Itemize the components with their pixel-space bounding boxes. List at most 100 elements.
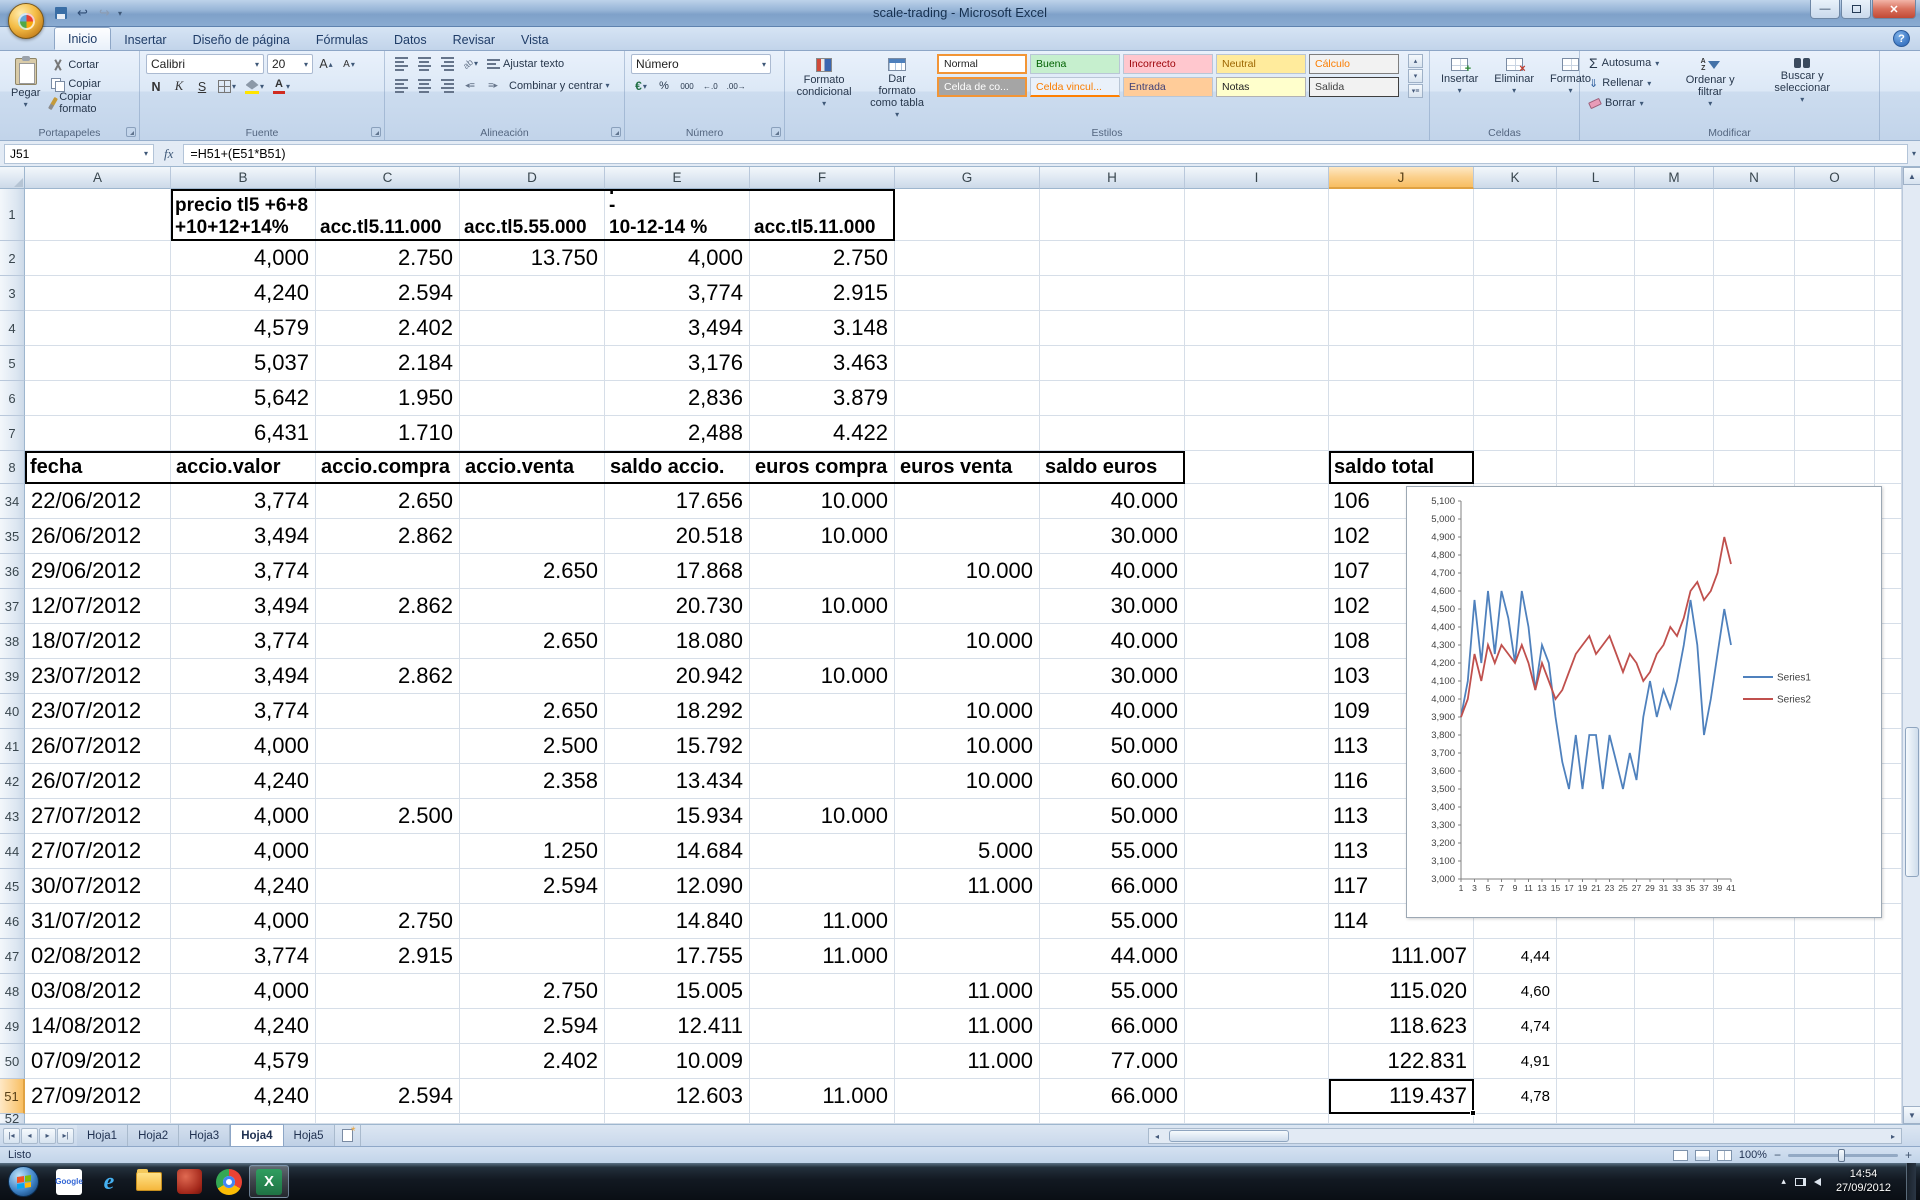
select-all-corner[interactable] — [0, 167, 25, 189]
cell-C47[interactable]: 2.915 — [316, 939, 460, 974]
grid-cell[interactable] — [895, 346, 1040, 381]
cut-button[interactable]: Cortar — [48, 56, 133, 74]
grid-cell[interactable] — [25, 311, 171, 346]
embedded-chart[interactable]: 5,1005,0004,9004,8004,7004,6004,5004,400… — [1406, 486, 1882, 918]
cell-B41[interactable]: 4,000 — [171, 729, 316, 764]
cell-B39[interactable]: 3,494 — [171, 659, 316, 694]
fill-handle[interactable] — [1470, 1110, 1476, 1116]
grid-cell[interactable] — [1557, 1114, 1635, 1124]
start-button[interactable] — [8, 1166, 39, 1197]
cell-F35[interactable]: 10.000 — [750, 519, 895, 554]
sheet-tab-hoja5[interactable]: Hoja5 — [284, 1125, 335, 1146]
cell-A49[interactable]: 14/08/2012 — [25, 1009, 171, 1044]
cell-C6[interactable]: 1.950 — [316, 381, 460, 416]
cell-G40[interactable]: 10.000 — [895, 694, 1040, 729]
cell-E8[interactable]: saldo accio. — [605, 451, 750, 484]
cell-C39[interactable]: 2.862 — [316, 659, 460, 694]
cell-H38[interactable]: 40.000 — [1040, 624, 1185, 659]
cell-E1[interactable]: precio tl5 -6-8-- 10-12-14 % — [605, 189, 750, 241]
file-explorer-button[interactable] — [129, 1165, 169, 1198]
percent-style-button[interactable]: % — [654, 77, 674, 95]
cell-G50[interactable]: 11.000 — [895, 1044, 1040, 1079]
grid-cell[interactable] — [460, 311, 605, 346]
cell-A8[interactable]: fecha — [25, 451, 171, 484]
cell-D49[interactable]: 2.594 — [460, 1009, 605, 1044]
cell-E43[interactable]: 15.934 — [605, 799, 750, 834]
cell-H35[interactable]: 30.000 — [1040, 519, 1185, 554]
grid-cell[interactable] — [1635, 1044, 1714, 1079]
cell-H48[interactable]: 55.000 — [1040, 974, 1185, 1009]
grid-cell[interactable] — [750, 1114, 895, 1124]
cell-D41[interactable]: 2.500 — [460, 729, 605, 764]
cell-F34[interactable]: 10.000 — [750, 484, 895, 519]
cell-B7[interactable]: 6,431 — [171, 416, 316, 451]
cell-A43[interactable]: 27/07/2012 — [25, 799, 171, 834]
grid-cell[interactable] — [1474, 451, 1557, 484]
style-chip-c-lculo[interactable]: Cálculo — [1309, 54, 1399, 74]
grid-cell[interactable] — [1714, 241, 1795, 276]
grid-cell[interactable] — [1040, 381, 1185, 416]
cell-E47[interactable]: 17.755 — [605, 939, 750, 974]
row-header-46[interactable]: 46 — [0, 904, 25, 939]
normal-view-button[interactable] — [1673, 1150, 1688, 1161]
cell-E41[interactable]: 15.792 — [605, 729, 750, 764]
cell-A46[interactable]: 31/07/2012 — [25, 904, 171, 939]
cell-A45[interactable]: 30/07/2012 — [25, 869, 171, 904]
grid-cell[interactable] — [1635, 1079, 1714, 1114]
gallery-up-button[interactable]: ▴ — [1408, 54, 1423, 68]
grid-cell[interactable] — [25, 416, 171, 451]
number-dialog-launcher[interactable] — [771, 127, 781, 137]
row-header-5[interactable]: 5 — [0, 346, 25, 381]
grid-cell[interactable] — [316, 974, 460, 1009]
grid-cell[interactable] — [895, 1114, 1040, 1124]
cell-A48[interactable]: 03/08/2012 — [25, 974, 171, 1009]
grid-cell[interactable] — [750, 729, 895, 764]
cell-B36[interactable]: 3,774 — [171, 554, 316, 589]
grid-cell[interactable] — [895, 659, 1040, 694]
cell-B38[interactable]: 3,774 — [171, 624, 316, 659]
hidden-icons-button[interactable]: ▴ — [1781, 1176, 1786, 1187]
align-top-button[interactable] — [391, 54, 411, 73]
column-header-I[interactable]: I — [1185, 167, 1329, 189]
italic-button[interactable]: K — [169, 77, 189, 96]
cell-H41[interactable]: 50.000 — [1040, 729, 1185, 764]
scroll-up-button[interactable]: ▲ — [1903, 167, 1920, 185]
grid-cell[interactable] — [316, 1009, 460, 1044]
cell-H8[interactable]: saldo euros — [1040, 451, 1185, 484]
grid-cell[interactable] — [460, 381, 605, 416]
ribbon-tab-datos[interactable]: Datos — [381, 29, 440, 50]
grid-cell[interactable] — [1875, 451, 1902, 484]
column-header-O[interactable]: O — [1795, 167, 1875, 189]
grid-cell[interactable] — [1185, 554, 1329, 589]
orientation-button[interactable]: ab▾ — [460, 54, 481, 73]
row-header-7[interactable]: 7 — [0, 416, 25, 451]
style-chip-salida[interactable]: Salida — [1309, 77, 1399, 97]
style-chip-neutral[interactable]: Neutral — [1216, 54, 1306, 74]
cell-C7[interactable]: 1.710 — [316, 416, 460, 451]
grid-cell[interactable] — [1795, 416, 1875, 451]
grid-cell[interactable] — [1557, 381, 1635, 416]
cell-D8[interactable]: accio.venta — [460, 451, 605, 484]
cell-H45[interactable]: 66.000 — [1040, 869, 1185, 904]
cell-D36[interactable]: 2.650 — [460, 554, 605, 589]
grid-cell[interactable] — [1185, 241, 1329, 276]
cell-E42[interactable]: 13.434 — [605, 764, 750, 799]
grid-cell[interactable] — [25, 346, 171, 381]
clear-button[interactable]: Borrar▾ — [1586, 94, 1662, 112]
row-header-34[interactable]: 34 — [0, 484, 25, 519]
style-chip-incorrecto[interactable]: Incorrecto — [1123, 54, 1213, 74]
cell-E50[interactable]: 10.009 — [605, 1044, 750, 1079]
grid-cell[interactable] — [1557, 451, 1635, 484]
cell-H49[interactable]: 66.000 — [1040, 1009, 1185, 1044]
insert-worksheet-tab[interactable] — [335, 1125, 361, 1146]
grid-cell[interactable] — [1795, 939, 1875, 974]
grid-cell[interactable] — [895, 241, 1040, 276]
cell-A44[interactable]: 27/07/2012 — [25, 834, 171, 869]
alignment-dialog-launcher[interactable] — [611, 127, 621, 137]
grid-cell[interactable] — [1714, 276, 1795, 311]
restore-button[interactable] — [1841, 0, 1871, 19]
wrap-text-button[interactable]: Ajustar texto — [484, 54, 567, 73]
grid-cell[interactable] — [1635, 1009, 1714, 1044]
vertical-scroll-thumb[interactable] — [1905, 727, 1919, 877]
cell-C3[interactable]: 2.594 — [316, 276, 460, 311]
